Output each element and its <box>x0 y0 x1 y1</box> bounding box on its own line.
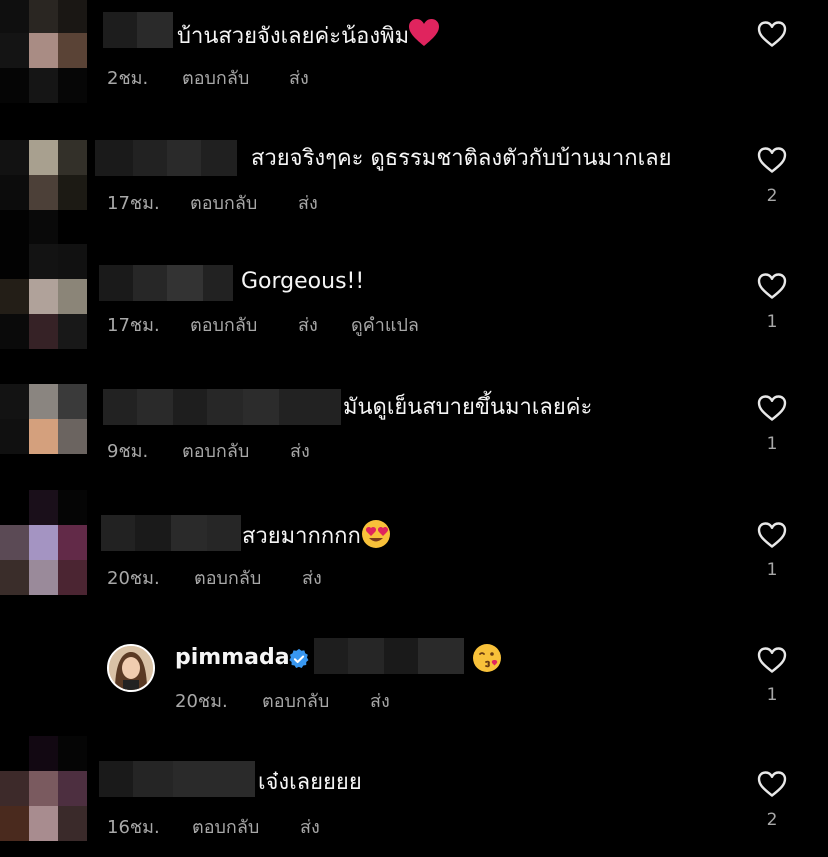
like-button[interactable] <box>756 18 788 50</box>
reply-button[interactable]: ตอบกลับ <box>182 436 290 465</box>
timestamp: 20ชม. <box>175 691 228 712</box>
comment-meta: 2ชม. ตอบกลับ ส่ง <box>107 63 309 92</box>
reply-button[interactable]: ตอบกลับ <box>190 310 298 339</box>
comment-text: เจ๋งเลยยยย <box>258 769 362 797</box>
like-count: 2 <box>766 810 778 830</box>
send-button[interactable]: ส่ง <box>300 812 320 841</box>
kissing-emoji-icon <box>473 644 501 672</box>
comment-text: มันดูเย็นสบายขึ้นมาเลยค่ะ <box>343 394 592 422</box>
heart-outline-icon <box>757 21 787 47</box>
profile-photo <box>109 646 153 690</box>
heart-eyes-emoji-icon <box>361 520 390 548</box>
comment-body: สวยมากกกก <box>242 524 361 549</box>
comment-text: Gorgeous!! <box>241 268 364 296</box>
translate-button[interactable]: ดูคำแปล <box>351 310 419 339</box>
avatar[interactable] <box>0 140 92 245</box>
heart-outline-icon <box>757 771 787 797</box>
comment-text: บ้านสวยจังเลยค่ะน้องพิม <box>177 19 440 51</box>
comment-item: มันดูเย็นสบายขึ้นมาเลยค่ะ 9ชม. ตอบกลับ ส… <box>0 370 828 492</box>
username-redacted[interactable] <box>103 389 341 425</box>
comment-item: Gorgeous!! 17ชม. ตอบกลับ ส่ง ดูคำแปล 1 <box>0 244 828 370</box>
timestamp: 16ชม. <box>107 817 160 838</box>
avatar[interactable] <box>0 384 92 489</box>
timestamp: 17ชม. <box>107 315 160 336</box>
heart-outline-icon <box>757 647 787 673</box>
like-button[interactable] <box>756 392 788 424</box>
heart-outline-icon <box>757 147 787 173</box>
reply-button[interactable]: ตอบกลับ <box>182 63 289 92</box>
avatar[interactable] <box>0 736 92 841</box>
username-redacted[interactable] <box>103 12 173 48</box>
mention-redacted[interactable] <box>314 638 464 674</box>
comment-body: Gorgeous!! <box>241 269 365 294</box>
username-redacted[interactable] <box>99 265 233 301</box>
avatar[interactable] <box>107 644 155 692</box>
send-button[interactable]: ส่ง <box>298 188 318 217</box>
verified-badge-icon <box>289 648 309 668</box>
like-button[interactable] <box>756 644 788 676</box>
comment-body: บ้านสวยจังเลยค่ะน้องพิม <box>177 24 410 49</box>
like-button[interactable] <box>756 519 788 551</box>
reply-button[interactable]: ตอบกลับ <box>190 188 298 217</box>
comment-item: สวยจริงๆคะ ดูธรรมชาติลงตัวกับบ้านมากเลย … <box>0 120 828 246</box>
username[interactable]: pimmada <box>175 645 290 670</box>
heart-outline-icon <box>757 395 787 421</box>
username-redacted[interactable] <box>101 515 241 551</box>
like-count: 1 <box>766 434 778 454</box>
comment-meta: 20ชม. ตอบกลับ ส่ง <box>175 686 390 715</box>
reply-button[interactable]: ตอบกลับ <box>192 812 300 841</box>
like-count: 1 <box>766 685 778 705</box>
comment-reply: pimmada 20ชม. ตอบกลับ ส่ง 1 <box>0 616 828 736</box>
username-redacted[interactable] <box>95 140 237 176</box>
timestamp: 2ชม. <box>107 68 149 89</box>
heart-emoji-icon <box>409 19 440 46</box>
like-count: 1 <box>766 312 778 332</box>
comment-meta: 20ชม. ตอบกลับ ส่ง <box>107 563 322 592</box>
send-button[interactable]: ส่ง <box>302 563 322 592</box>
avatar[interactable] <box>0 244 92 349</box>
like-button[interactable] <box>756 768 788 800</box>
heart-outline-icon <box>757 522 787 548</box>
comment-meta: 17ชม. ตอบกลับ ส่ง ดูคำแปล <box>107 310 419 339</box>
comment-meta: 9ชม. ตอบกลับ ส่ง <box>107 436 310 465</box>
send-button[interactable]: ส่ง <box>298 310 351 339</box>
comment-meta: 17ชม. ตอบกลับ ส่ง <box>107 188 318 217</box>
like-count: 2 <box>766 186 778 206</box>
like-button[interactable] <box>756 270 788 302</box>
reply-button[interactable]: ตอบกลับ <box>262 686 370 715</box>
comment-meta: 16ชม. ตอบกลับ ส่ง <box>107 812 320 841</box>
timestamp: 17ชม. <box>107 193 160 214</box>
avatar[interactable] <box>0 0 92 103</box>
comment-body: สวยจริงๆคะ ดูธรรมชาติลงตัวกับบ้านมากเลย <box>251 146 672 171</box>
heart-outline-icon <box>757 273 787 299</box>
timestamp: 20ชม. <box>107 568 160 589</box>
comment-text: สวยมากกกก <box>242 519 391 551</box>
send-button[interactable]: ส่ง <box>290 436 310 465</box>
comment-item: เจ๋งเลยยยย 16ชม. ตอบกลับ ส่ง 2 <box>0 736 828 857</box>
timestamp: 9ชม. <box>107 441 149 462</box>
comment-item: บ้านสวยจังเลยค่ะน้องพิม 2ชม. ตอบกลับ ส่ง <box>0 0 828 120</box>
username-redacted[interactable] <box>99 761 255 797</box>
reply-button[interactable]: ตอบกลับ <box>194 563 302 592</box>
send-button[interactable]: ส่ง <box>289 63 309 92</box>
comment-body: มันดูเย็นสบายขึ้นมาเลยค่ะ <box>343 395 593 420</box>
comment-item: สวยมากกกก 20ชม. ตอบกลับ ส่ง 1 <box>0 490 828 616</box>
like-count: 1 <box>766 560 778 580</box>
send-button[interactable]: ส่ง <box>370 686 390 715</box>
comment-text: สวยจริงๆคะ ดูธรรมชาติลงตัวกับบ้านมากเลย <box>251 145 671 173</box>
comment-body: เจ๋งเลยยยย <box>258 770 362 795</box>
like-button[interactable] <box>756 144 788 176</box>
avatar[interactable] <box>0 490 92 595</box>
